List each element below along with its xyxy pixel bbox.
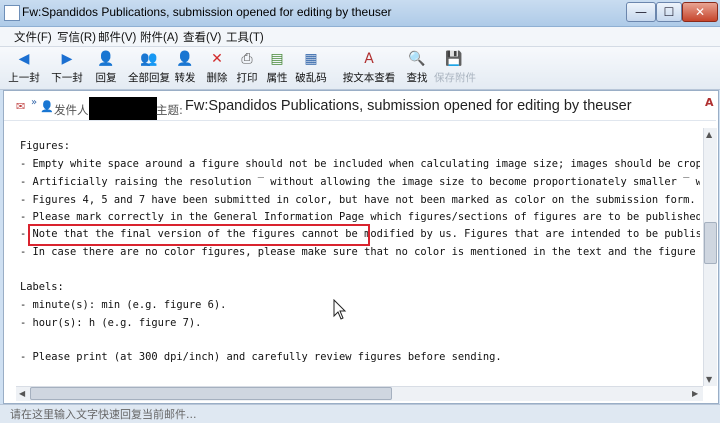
scroll-right-icon[interactable]: ▶ bbox=[692, 389, 698, 398]
toolbar-button-text-view[interactable]: A 按文本查看 bbox=[341, 48, 397, 88]
print-icon: ⎙ bbox=[241, 51, 253, 67]
reply-icon: 👤 bbox=[97, 51, 115, 67]
toolbar-button-save-attachment[interactable]: 💾 保存附件 bbox=[434, 48, 476, 88]
toolbar-button-label: 按文本查看 bbox=[342, 72, 396, 84]
toolbar-button-label: 转发 bbox=[174, 72, 196, 84]
mouse-cursor-icon bbox=[333, 299, 347, 320]
properties-icon: ▤ bbox=[270, 51, 284, 67]
window-title: Fw:Spandidos Publications, submission op… bbox=[22, 5, 392, 19]
menu-view[interactable]: 查看(V) bbox=[183, 29, 221, 45]
sender-label: 发件人 bbox=[54, 103, 89, 117]
toolbar-button-delete[interactable]: ✕ 删除 bbox=[203, 48, 231, 88]
scroll-left-icon[interactable]: ◀ bbox=[19, 389, 25, 398]
menu-tools[interactable]: 工具(T) bbox=[226, 29, 264, 45]
highlight-annotation-box bbox=[28, 224, 370, 246]
toolbar-button-label: 查找 bbox=[406, 72, 428, 84]
toolbar-button-decode[interactable]: ▦ 破乱码 bbox=[292, 48, 330, 88]
menu-mail[interactable]: 邮件(V) bbox=[98, 29, 136, 45]
next-message-icon: ▶ bbox=[61, 51, 73, 67]
close-button[interactable]: ✕ bbox=[682, 2, 718, 22]
body-line: - Figures 4, 5 and 7 have been submitted… bbox=[20, 194, 696, 206]
quick-reply-input[interactable]: 请在这里输入文字快速回复当前邮件... bbox=[10, 406, 197, 422]
vertical-scroll-thumb[interactable] bbox=[704, 222, 717, 264]
body-line: - In case there are no color figures, pl… bbox=[20, 246, 700, 258]
body-line: - minute(s): min (e.g. figure 6). bbox=[20, 299, 227, 311]
toolbar-button-label: 下一封 bbox=[51, 72, 83, 84]
toolbar-button-reply-all[interactable]: 👥 全部回复 bbox=[127, 48, 171, 88]
menu-compose[interactable]: 写信(R) bbox=[57, 29, 96, 45]
mail-window-icon bbox=[4, 5, 20, 21]
body-line: Labels: bbox=[20, 281, 64, 293]
toolbar-button-label: 回复 bbox=[95, 72, 117, 84]
menu-file[interactable]: 文件(F) bbox=[14, 29, 52, 45]
text-view-icon: A bbox=[364, 51, 374, 67]
subject-label: 主题: bbox=[156, 103, 183, 117]
redacted-sender bbox=[89, 97, 157, 120]
toolbar-button-print[interactable]: ⎙ 打印 bbox=[233, 48, 261, 88]
toolbar-button-label: 打印 bbox=[236, 72, 258, 84]
toolbar-button-forward[interactable]: 👤 转发 bbox=[170, 48, 200, 88]
toolbar-button-label: 删除 bbox=[206, 72, 228, 84]
toolbar-button-prev-message[interactable]: ◀ 上一封 bbox=[6, 48, 42, 88]
body-line: - Please mark correctly in the General I… bbox=[20, 211, 700, 223]
menu-attachment[interactable]: 附件(A) bbox=[140, 29, 178, 45]
decode-icon: ▦ bbox=[304, 51, 318, 67]
find-icon: 🔍 bbox=[408, 51, 426, 67]
maximize-button[interactable]: ☐ bbox=[656, 2, 682, 22]
delete-icon: ✕ bbox=[211, 51, 223, 67]
save-attachment-icon: 💾 bbox=[445, 51, 463, 67]
font-size-icon[interactable]: A bbox=[705, 96, 714, 109]
toolbar-button-label: 属性 bbox=[266, 72, 288, 84]
minimize-button[interactable]: — bbox=[626, 2, 656, 22]
horizontal-scroll-thumb[interactable] bbox=[30, 387, 392, 400]
toolbar-button-reply[interactable]: 👤 回复 bbox=[91, 48, 121, 88]
scroll-down-icon[interactable]: ▼ bbox=[706, 375, 712, 384]
toolbar-button-label: 全部回复 bbox=[128, 72, 170, 84]
toolbar-button-label: 上一封 bbox=[8, 72, 40, 84]
toolbar-button-label: 破乱码 bbox=[295, 72, 327, 84]
body-line: - Please print (at 300 dpi/inch) and car… bbox=[20, 351, 502, 363]
message-body: Figures: - Empty white space around a fi… bbox=[16, 128, 700, 386]
expand-chevron-icon[interactable]: » bbox=[31, 97, 37, 108]
body-line: - Empty white space around a figure shou… bbox=[20, 158, 700, 170]
forward-icon: 👤 bbox=[176, 51, 194, 67]
scroll-up-icon[interactable]: ▲ bbox=[706, 130, 712, 139]
flag-icon[interactable]: ✉ bbox=[16, 100, 25, 113]
toolbar-button-next-message[interactable]: ▶ 下一封 bbox=[48, 48, 86, 88]
sender-icon: 👤 bbox=[40, 100, 54, 113]
toolbar-button-label: 保存附件 bbox=[434, 72, 476, 84]
body-line: - Artificially raising the resolution ‾ … bbox=[20, 176, 700, 188]
toolbar-button-find[interactable]: 🔍 查找 bbox=[403, 48, 431, 88]
message-subject: Fw:Spandidos Publications, submission op… bbox=[185, 98, 632, 114]
toolbar-button-properties[interactable]: ▤ 属性 bbox=[263, 48, 291, 88]
body-line: - hour(s): h (e.g. figure 7). bbox=[20, 317, 202, 329]
reply-all-icon: 👥 bbox=[140, 51, 158, 67]
prev-message-icon: ◀ bbox=[18, 51, 30, 67]
body-line: Figures: bbox=[20, 140, 71, 152]
